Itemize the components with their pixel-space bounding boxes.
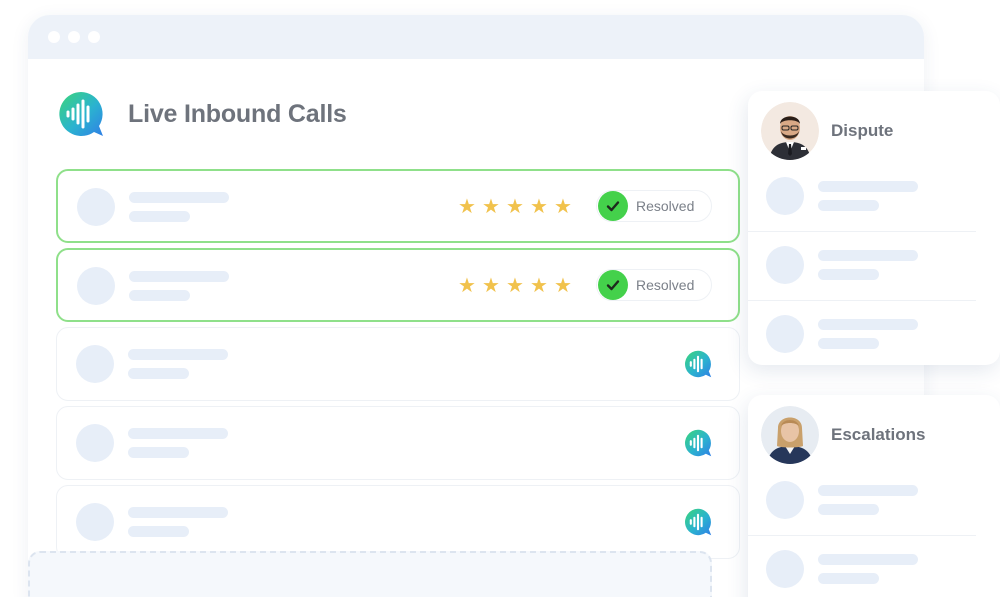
star-rating: ★ ★ ★ ★ ★: [458, 274, 572, 298]
skeleton-line: [818, 504, 879, 515]
caller-avatar: [76, 424, 114, 462]
star-icon: ★: [506, 275, 524, 297]
list-item[interactable]: [748, 536, 976, 597]
star-icon: ★: [530, 196, 548, 218]
soundwave-chat-logo-icon[interactable]: [683, 349, 713, 379]
page-title: Live Inbound Calls: [128, 99, 347, 128]
skeleton-line: [129, 290, 190, 301]
caller-avatar: [76, 345, 114, 383]
skeleton-line: [128, 349, 228, 360]
window-control-dot[interactable]: [88, 31, 100, 43]
window-control-dot[interactable]: [48, 31, 60, 43]
soundwave-chat-logo-icon: [59, 92, 103, 136]
list-item[interactable]: [748, 232, 976, 301]
call-list: ★ ★ ★ ★ ★ Resolved ★ ★ ★ ★ ★ Resolved: [56, 169, 740, 564]
status-label: Resolved: [636, 277, 695, 293]
soundwave-icon: [528, 507, 644, 537]
caller-avatar: [766, 315, 804, 353]
skeleton-line: [818, 181, 918, 192]
skeleton-line: [818, 269, 879, 280]
skeleton-line: [818, 250, 918, 261]
star-icon: ★: [554, 275, 572, 297]
skeleton-line: [128, 428, 228, 439]
queue-title: Escalations: [831, 425, 926, 444]
caller-avatar: [77, 188, 115, 226]
add-call-placeholder[interactable]: [28, 551, 712, 597]
call-row-live[interactable]: [56, 485, 740, 559]
soundwave-chat-logo-icon[interactable]: [683, 428, 713, 458]
soundwave-icon: [528, 349, 644, 379]
skeleton-line: [818, 319, 918, 330]
star-rating: ★ ★ ★ ★ ★: [458, 195, 572, 219]
caller-avatar: [766, 246, 804, 284]
skeleton-line: [818, 338, 879, 349]
star-icon: ★: [482, 275, 500, 297]
window-titlebar: [28, 15, 924, 59]
queue-card-escalations[interactable]: Escalations: [748, 395, 1000, 597]
call-row-live[interactable]: [56, 327, 740, 401]
app-header: Live Inbound Calls: [56, 89, 347, 139]
caller-avatar: [766, 550, 804, 588]
check-icon: [598, 191, 628, 221]
skeleton-line: [129, 271, 229, 282]
status-badge: Resolved: [596, 269, 712, 301]
skeleton-line: [818, 485, 918, 496]
caller-avatar: [77, 267, 115, 305]
avatar: [761, 406, 819, 464]
skeleton-line: [128, 507, 228, 518]
star-icon: ★: [482, 196, 500, 218]
window-control-dot[interactable]: [68, 31, 80, 43]
status-label: Resolved: [636, 198, 695, 214]
skeleton-line: [818, 573, 879, 584]
skeleton-line: [129, 211, 190, 222]
list-item[interactable]: [748, 301, 976, 370]
call-row-live[interactable]: [56, 406, 740, 480]
queue-card-header: Dispute: [761, 102, 893, 160]
avatar: [761, 102, 819, 160]
soundwave-chat-logo-icon[interactable]: [683, 507, 713, 537]
skeleton-line: [128, 368, 189, 379]
status-badge: Resolved: [596, 190, 712, 222]
queue-card-header: Escalations: [761, 406, 926, 464]
star-icon: ★: [506, 196, 524, 218]
call-row-resolved[interactable]: ★ ★ ★ ★ ★ Resolved: [56, 248, 740, 322]
skeleton-line: [818, 554, 918, 565]
queue-card-dispute[interactable]: Dispute: [748, 91, 1000, 365]
skeleton-line: [818, 200, 879, 211]
check-icon: [598, 270, 628, 300]
soundwave-icon: [528, 428, 644, 458]
list-item[interactable]: [748, 467, 976, 536]
star-icon: ★: [554, 196, 572, 218]
star-icon: ★: [530, 275, 548, 297]
skeleton-line: [128, 526, 189, 537]
skeleton-line: [128, 447, 189, 458]
caller-avatar: [766, 481, 804, 519]
star-icon: ★: [458, 275, 476, 297]
call-row-resolved[interactable]: ★ ★ ★ ★ ★ Resolved: [56, 169, 740, 243]
skeleton-line: [129, 192, 229, 203]
list-item[interactable]: [748, 163, 976, 232]
queue-title: Dispute: [831, 121, 894, 140]
caller-avatar: [76, 503, 114, 541]
star-icon: ★: [458, 196, 476, 218]
caller-avatar: [766, 177, 804, 215]
